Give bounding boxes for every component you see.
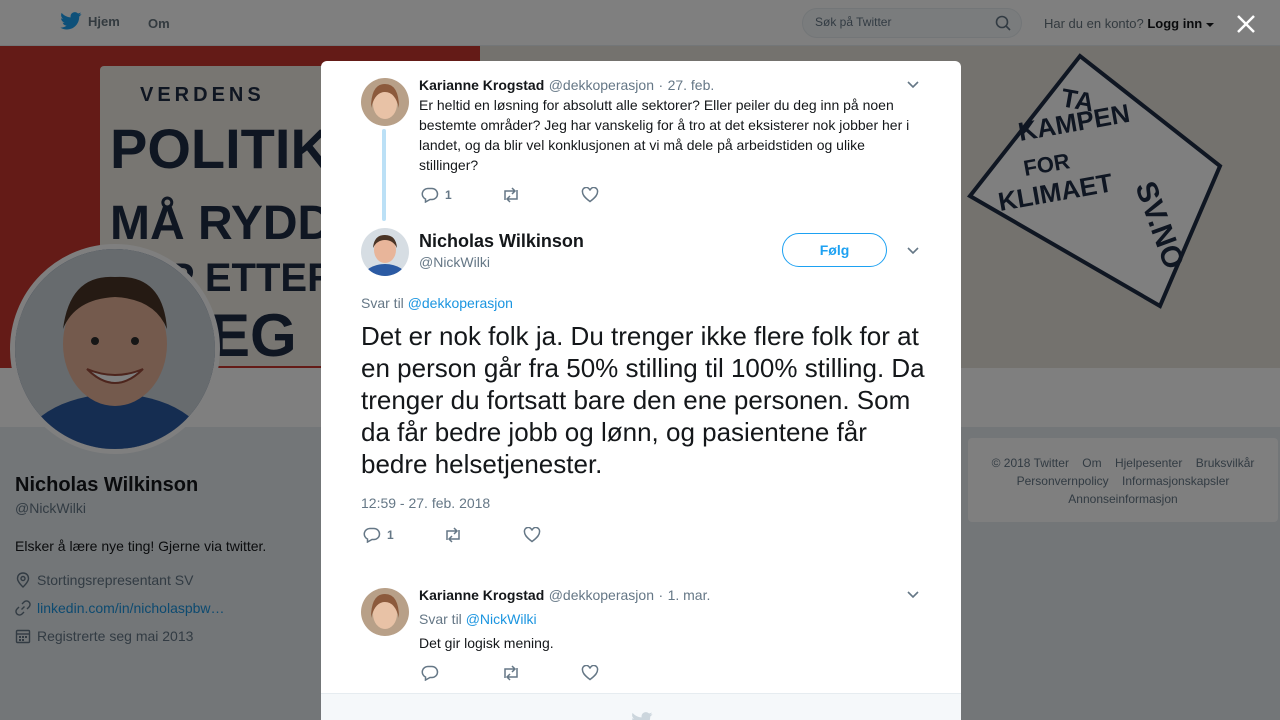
tweet-timestamp[interactable]: 12:59 - 27. feb. 2018: [361, 495, 490, 511]
chevron-down-icon[interactable]: [906, 244, 920, 258]
avatar-portrait: [361, 588, 409, 636]
tweet-author-handle[interactable]: @dekkoperasjon: [549, 587, 654, 603]
tweet-actions: 1: [421, 187, 661, 203]
reply-prefix: Svar til: [361, 295, 404, 311]
reply-prefix: Svar til: [419, 611, 462, 627]
tweet-separator: ·: [658, 77, 664, 93]
tweet-separator: ·: [658, 587, 664, 603]
chevron-down-icon[interactable]: [906, 588, 920, 602]
avatar-portrait: [361, 78, 409, 126]
tweet-date[interactable]: 27. feb.: [668, 77, 715, 93]
reply-icon: [363, 527, 381, 543]
tweet-author-name[interactable]: Karianne Krogstad: [419, 77, 544, 93]
reply-count: 1: [445, 188, 452, 202]
reply-context: Svar til @NickWilki: [419, 611, 537, 627]
retweet-button[interactable]: [501, 665, 581, 681]
tweet-actions: 1: [363, 527, 603, 543]
retweet-icon: [446, 527, 460, 543]
tweet-author-handle[interactable]: @NickWilki: [419, 254, 490, 270]
modal-footer: [321, 693, 961, 720]
retweet-button[interactable]: [501, 187, 581, 203]
like-button[interactable]: [523, 527, 603, 543]
heart-icon: [581, 187, 599, 203]
tweet-avatar[interactable]: [361, 78, 409, 126]
reply-button[interactable]: 1: [363, 527, 443, 543]
retweet-button[interactable]: [443, 527, 523, 543]
avatar-portrait: [361, 228, 409, 276]
reply-count: 1: [387, 528, 394, 542]
twitter-bird-icon: [632, 712, 653, 720]
tweet-text: Det er nok folk ja. Du trenger ikke fler…: [361, 321, 925, 479]
reply-button[interactable]: 1: [421, 187, 501, 203]
tweet-author-handle[interactable]: @dekkoperasjon: [549, 77, 654, 93]
reply-to-link[interactable]: @NickWilki: [466, 611, 537, 627]
reply-to-link[interactable]: @dekkoperasjon: [408, 295, 513, 311]
tweet-modal: Karianne Krogstad @dekkoperasjon · 27. f…: [321, 61, 961, 720]
like-button[interactable]: [581, 187, 661, 203]
tweet-actions: [421, 665, 661, 681]
tweet-avatar[interactable]: [361, 228, 409, 276]
like-button[interactable]: [581, 665, 661, 681]
tweet-date[interactable]: 1. mar.: [668, 587, 711, 603]
reply-icon: [421, 665, 439, 681]
tweet-text: Det gir logisk mening.: [419, 635, 554, 651]
tweet-avatar[interactable]: [361, 588, 409, 636]
follow-button[interactable]: Følg: [782, 233, 887, 267]
retweet-icon: [504, 187, 518, 203]
reply-icon: [421, 187, 439, 203]
tweet-author-name[interactable]: Karianne Krogstad: [419, 587, 544, 603]
reply-button[interactable]: [421, 665, 501, 681]
retweet-icon: [504, 665, 518, 681]
tweet-header: Karianne Krogstad @dekkoperasjon · 27. f…: [419, 77, 714, 95]
tweet-author-name[interactable]: Nicholas Wilkinson: [419, 231, 584, 252]
chevron-down-icon[interactable]: [906, 78, 920, 92]
thread-line: [382, 129, 386, 221]
close-icon[interactable]: [1234, 12, 1258, 36]
heart-icon: [523, 527, 541, 543]
heart-icon: [581, 665, 599, 681]
reply-context: Svar til @dekkoperasjon: [361, 295, 513, 311]
tweet-header: Karianne Krogstad @dekkoperasjon · 1. ma…: [419, 587, 710, 605]
tweet-text: Er heltid en løsning for absolutt alle s…: [419, 97, 910, 173]
